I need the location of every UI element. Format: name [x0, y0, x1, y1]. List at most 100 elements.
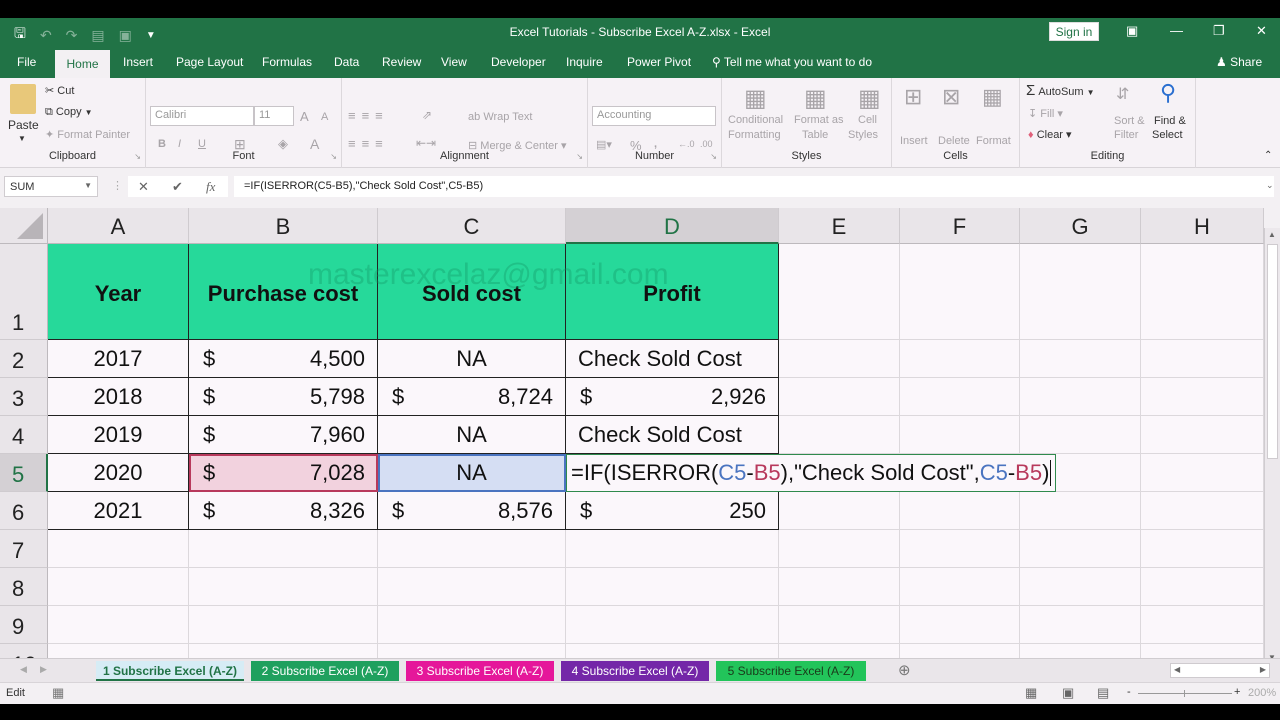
cell-c9[interactable]	[378, 606, 566, 644]
cell-c1[interactable]: Sold cost	[378, 244, 566, 340]
zoom-level[interactable]: 200%	[1248, 687, 1276, 699]
cell-a2[interactable]: 2017	[48, 340, 189, 378]
tab-power-pivot[interactable]: Power Pivot	[627, 55, 691, 69]
comma-button[interactable]: ,	[654, 138, 657, 150]
expand-formula-bar-icon[interactable]: ⌄	[1266, 180, 1274, 191]
cell-d6[interactable]: $250	[566, 492, 779, 530]
cell-g1[interactable]	[1020, 244, 1141, 340]
cell-h3[interactable]	[1141, 378, 1264, 416]
zoom-slider-thumb[interactable]	[1184, 690, 1185, 697]
copy-button[interactable]: ⧉ Copy ▼	[45, 106, 93, 119]
cell-a7[interactable]	[48, 530, 189, 568]
bold-button[interactable]: B	[158, 138, 166, 150]
scroll-right-icon[interactable]: ▶	[1260, 665, 1266, 674]
name-box[interactable]: SUM ▼	[4, 176, 98, 197]
tab-developer[interactable]: Developer	[491, 55, 546, 69]
clear-button[interactable]: ♦ Clear ▾	[1028, 128, 1072, 141]
cell-f4[interactable]	[900, 416, 1020, 454]
tab-data[interactable]: Data	[334, 55, 359, 69]
enter-icon[interactable]: ✔	[172, 179, 183, 195]
cell-styles-icon[interactable]: ▦	[858, 84, 881, 113]
cell-a4[interactable]: 2019	[48, 416, 189, 454]
cell-d3[interactable]: $2,926	[566, 378, 779, 416]
tab-review[interactable]: Review	[382, 55, 421, 69]
tab-home[interactable]: Home	[55, 50, 110, 78]
cell-g6[interactable]	[1020, 492, 1141, 530]
conditional-formatting-button-line2[interactable]: Formatting	[728, 129, 781, 141]
indent-icons[interactable]: ⇤⇥	[416, 136, 436, 150]
cell-f3[interactable]	[900, 378, 1020, 416]
name-box-dropdown-icon[interactable]: ▼	[84, 181, 92, 190]
vertical-scrollbar[interactable]: ▲ ▼	[1264, 228, 1280, 664]
cell-e2[interactable]	[779, 340, 900, 378]
clipboard-launcher-icon[interactable]: ↘	[134, 152, 141, 161]
sheet-tab-2[interactable]: 2 Subscribe Excel (A-Z)	[251, 661, 399, 681]
cell-a6[interactable]: 2021	[48, 492, 189, 530]
prev-sheet-icon[interactable]: ◀	[20, 664, 27, 675]
cell-h2[interactable]	[1141, 340, 1264, 378]
sign-in-button[interactable]: Sign in	[1049, 22, 1099, 41]
cell-d9[interactable]	[566, 606, 779, 644]
cell-a1[interactable]: Year	[48, 244, 189, 340]
cell-d4[interactable]: Check Sold Cost	[566, 416, 779, 454]
row-header-4[interactable]: 4	[0, 416, 48, 454]
row-header-6[interactable]: 6	[0, 492, 48, 530]
column-header-d[interactable]: D	[566, 208, 779, 244]
cell-styles-button[interactable]: Cell	[858, 114, 877, 126]
column-header-a[interactable]: A	[48, 208, 189, 244]
wrap-text-button[interactable]: ab Wrap Text	[468, 111, 532, 123]
fill-button[interactable]: ↧ Fill ▾	[1028, 107, 1063, 120]
cell-g2[interactable]	[1020, 340, 1141, 378]
find-select-button[interactable]: Find &	[1154, 115, 1186, 127]
cell-a5[interactable]: 2020	[48, 454, 189, 492]
tell-me-box[interactable]: ⚲ Tell me what you want to do	[712, 55, 872, 69]
sheet-tab-5[interactable]: 5 Subscribe Excel (A-Z)	[716, 661, 866, 681]
format-as-table-button-line2[interactable]: Table	[802, 129, 828, 141]
page-break-view-icon[interactable]: ▤	[1097, 685, 1109, 701]
font-size-select[interactable]: 11	[254, 106, 294, 126]
cell-a9[interactable]	[48, 606, 189, 644]
row-header-5[interactable]: 5	[0, 454, 48, 492]
sort-filter-icon[interactable]: ⇵	[1116, 84, 1129, 104]
cell-c8[interactable]	[378, 568, 566, 606]
cell-c4[interactable]: NA	[378, 416, 566, 454]
find-select-button-line2[interactable]: Select	[1152, 129, 1183, 141]
cell-f6[interactable]	[900, 492, 1020, 530]
font-launcher-icon[interactable]: ↘	[330, 152, 337, 161]
row-header-2[interactable]: 2	[0, 340, 48, 378]
ribbon-display-icon[interactable]: ▣	[1126, 23, 1138, 39]
cell-e8[interactable]	[779, 568, 900, 606]
tab-page-layout[interactable]: Page Layout	[176, 55, 243, 69]
sheet-tab-1[interactable]: 1 Subscribe Excel (A-Z)	[96, 661, 244, 681]
cell-c2[interactable]: NA	[378, 340, 566, 378]
paste-icon[interactable]	[10, 84, 36, 114]
cell-h1[interactable]	[1141, 244, 1264, 340]
new-sheet-icon[interactable]: ⊕	[898, 661, 911, 679]
cell-e3[interactable]	[779, 378, 900, 416]
cell-styles-button-line2[interactable]: Styles	[848, 129, 878, 141]
cell-b2[interactable]: $4,500	[189, 340, 378, 378]
column-header-b[interactable]: B	[189, 208, 378, 244]
horizontal-align-icons[interactable]: ≡≡≡	[348, 136, 389, 151]
tab-inquire[interactable]: Inquire	[566, 55, 603, 69]
cell-c7[interactable]	[378, 530, 566, 568]
italic-button[interactable]: I	[178, 138, 181, 150]
paste-dropdown-icon[interactable]: ▼	[18, 134, 26, 143]
cell-h8[interactable]	[1141, 568, 1264, 606]
select-all-button[interactable]	[0, 208, 48, 244]
cell-b5[interactable]: $7,028	[189, 454, 378, 492]
sort-filter-button[interactable]: Sort &	[1114, 115, 1145, 127]
format-cells-icon[interactable]: ▦	[982, 84, 1003, 110]
close-icon[interactable]: ✕	[1256, 23, 1267, 39]
cell-d2[interactable]: Check Sold Cost	[566, 340, 779, 378]
grow-font-button[interactable]: A	[300, 109, 309, 124]
cell-h4[interactable]	[1141, 416, 1264, 454]
cell-h5[interactable]	[1141, 454, 1264, 492]
tab-insert[interactable]: Insert	[123, 55, 153, 69]
format-as-table-button[interactable]: Format as	[794, 114, 844, 126]
column-header-h[interactable]: H	[1141, 208, 1264, 244]
cell-e1[interactable]	[779, 244, 900, 340]
number-launcher-icon[interactable]: ↘	[710, 152, 717, 161]
autosum-button[interactable]: Σ AutoSum ▼	[1026, 82, 1095, 99]
font-name-select[interactable]: Calibri	[150, 106, 254, 126]
